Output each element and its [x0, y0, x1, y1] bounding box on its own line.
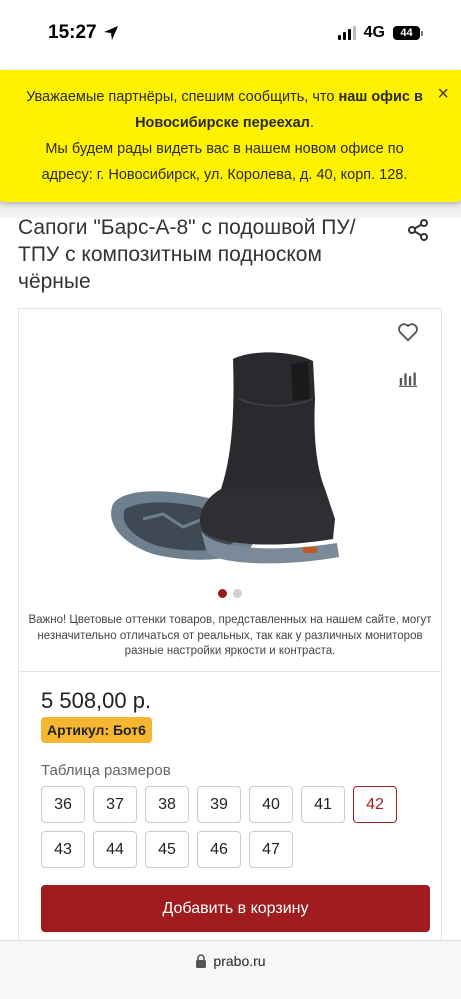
size-option-39[interactable]: 39: [197, 786, 241, 823]
heart-icon[interactable]: [397, 321, 419, 343]
product-price: 5 508,00 р.: [41, 688, 152, 713]
status-time-text: 15:27: [48, 22, 97, 43]
url-field[interactable]: prabo.ru: [0, 953, 461, 969]
size-option-37[interactable]: 37: [93, 786, 137, 823]
size-options: 36 37 38 39 40 41 42 43 44 45 46 47: [41, 786, 411, 868]
close-icon[interactable]: ×: [437, 84, 449, 104]
color-disclaimer: Важно! Цветовые оттенки товаров, предста…: [28, 614, 432, 657]
size-option-44[interactable]: 44: [93, 831, 137, 868]
product-title: Сапоги "Барс-А-8" с подошвой ПУ/ТПУ с ко…: [18, 216, 356, 293]
battery-level: 44: [393, 26, 420, 40]
banner-text-3: Мы будем рады видеть вас в нашем новом о…: [41, 141, 408, 183]
size-option-47[interactable]: 47: [249, 831, 293, 868]
browser-address-bar: prabo.ru: [0, 940, 461, 999]
size-option-45[interactable]: 45: [145, 831, 189, 868]
status-indicators: 4G 44: [337, 24, 423, 42]
size-option-38[interactable]: 38: [145, 786, 189, 823]
announcement-banner: Уважаемые партнёры, спешим сообщить, что…: [0, 70, 461, 202]
lock-icon: [196, 954, 207, 968]
size-option-41[interactable]: 41: [301, 786, 345, 823]
gallery-dot-1[interactable]: [218, 589, 227, 598]
add-to-cart-button[interactable]: Добавить в корзину: [41, 885, 430, 932]
size-table-label: Таблица размеров: [41, 762, 171, 779]
size-option-46[interactable]: 46: [197, 831, 241, 868]
url-text: prabo.ru: [213, 953, 266, 969]
location-arrow-icon: [103, 26, 118, 40]
size-option-43[interactable]: 43: [41, 831, 85, 868]
size-option-42[interactable]: 42: [353, 786, 397, 823]
gallery-dot-2[interactable]: [233, 589, 242, 598]
sku-badge: Артикул: Бот6: [41, 717, 152, 743]
gallery-pagination: [19, 589, 441, 598]
product-gallery: Важно! Цветовые оттенки товаров, предста…: [18, 308, 442, 672]
banner-text-2: .: [309, 115, 314, 131]
banner-text-1: Уважаемые партнёры, спешим сообщить, что: [26, 89, 339, 105]
status-bar: 15:27 4G 44: [0, 0, 461, 68]
network-type: 4G: [363, 24, 385, 41]
size-option-40[interactable]: 40: [249, 786, 293, 823]
status-time: 15:27: [48, 22, 119, 44]
size-option-36[interactable]: 36: [41, 786, 85, 823]
bar-chart-icon[interactable]: [397, 367, 419, 389]
signal-icon: [337, 26, 356, 40]
battery-icon: 44: [393, 26, 423, 40]
product-image[interactable]: [103, 339, 343, 579]
share-icon[interactable]: [406, 218, 430, 242]
